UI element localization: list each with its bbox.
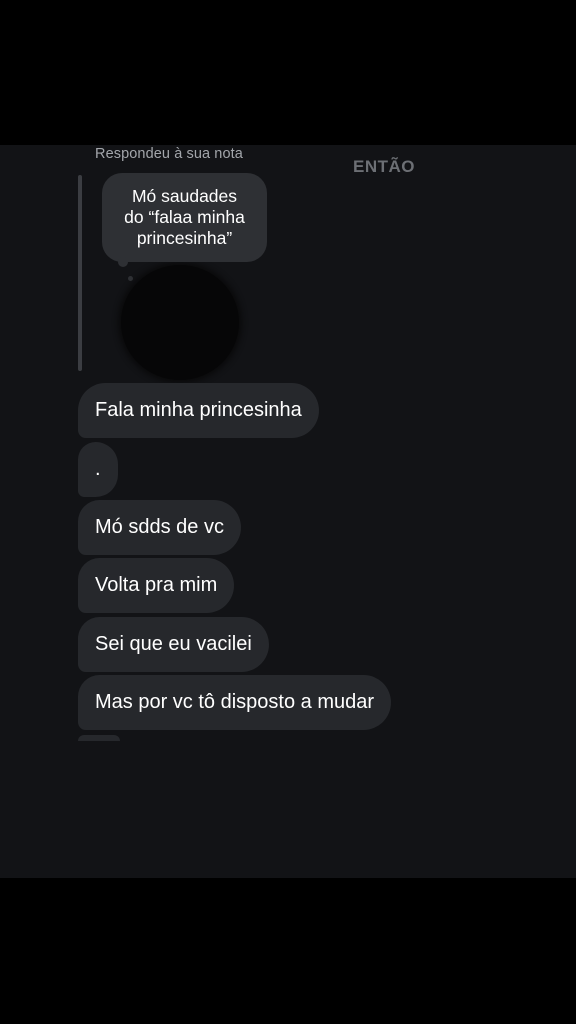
message-bubble[interactable]: Mó sdds de vc (78, 500, 241, 555)
replied-note-bubble[interactable]: Mó saudades do “falaa minha princesinha” (102, 173, 267, 262)
reply-quote-bar (78, 175, 82, 371)
watermark-label: ENTÃO (353, 157, 415, 176)
message-bubble[interactable]: . (78, 442, 118, 497)
reply-caption: Respondeu à sua nota (95, 146, 243, 162)
chat-screen: Respondeu à sua nota ENTÃO Mó saudades d… (0, 145, 576, 878)
note-thought-dot-large (118, 257, 128, 267)
message-bubble[interactable]: Fala minha princesinha (78, 383, 319, 438)
message-bubble[interactable]: Mas por vc tô disposto a mudar (78, 675, 392, 730)
message-bubble[interactable]: Volta pra mim (78, 558, 235, 613)
message-bubble-partial (78, 735, 120, 741)
blurred-avatar[interactable] (121, 265, 239, 380)
message-bubble[interactable]: Sei que eu vacilei (78, 617, 269, 672)
note-thought-dot-small (128, 276, 133, 281)
